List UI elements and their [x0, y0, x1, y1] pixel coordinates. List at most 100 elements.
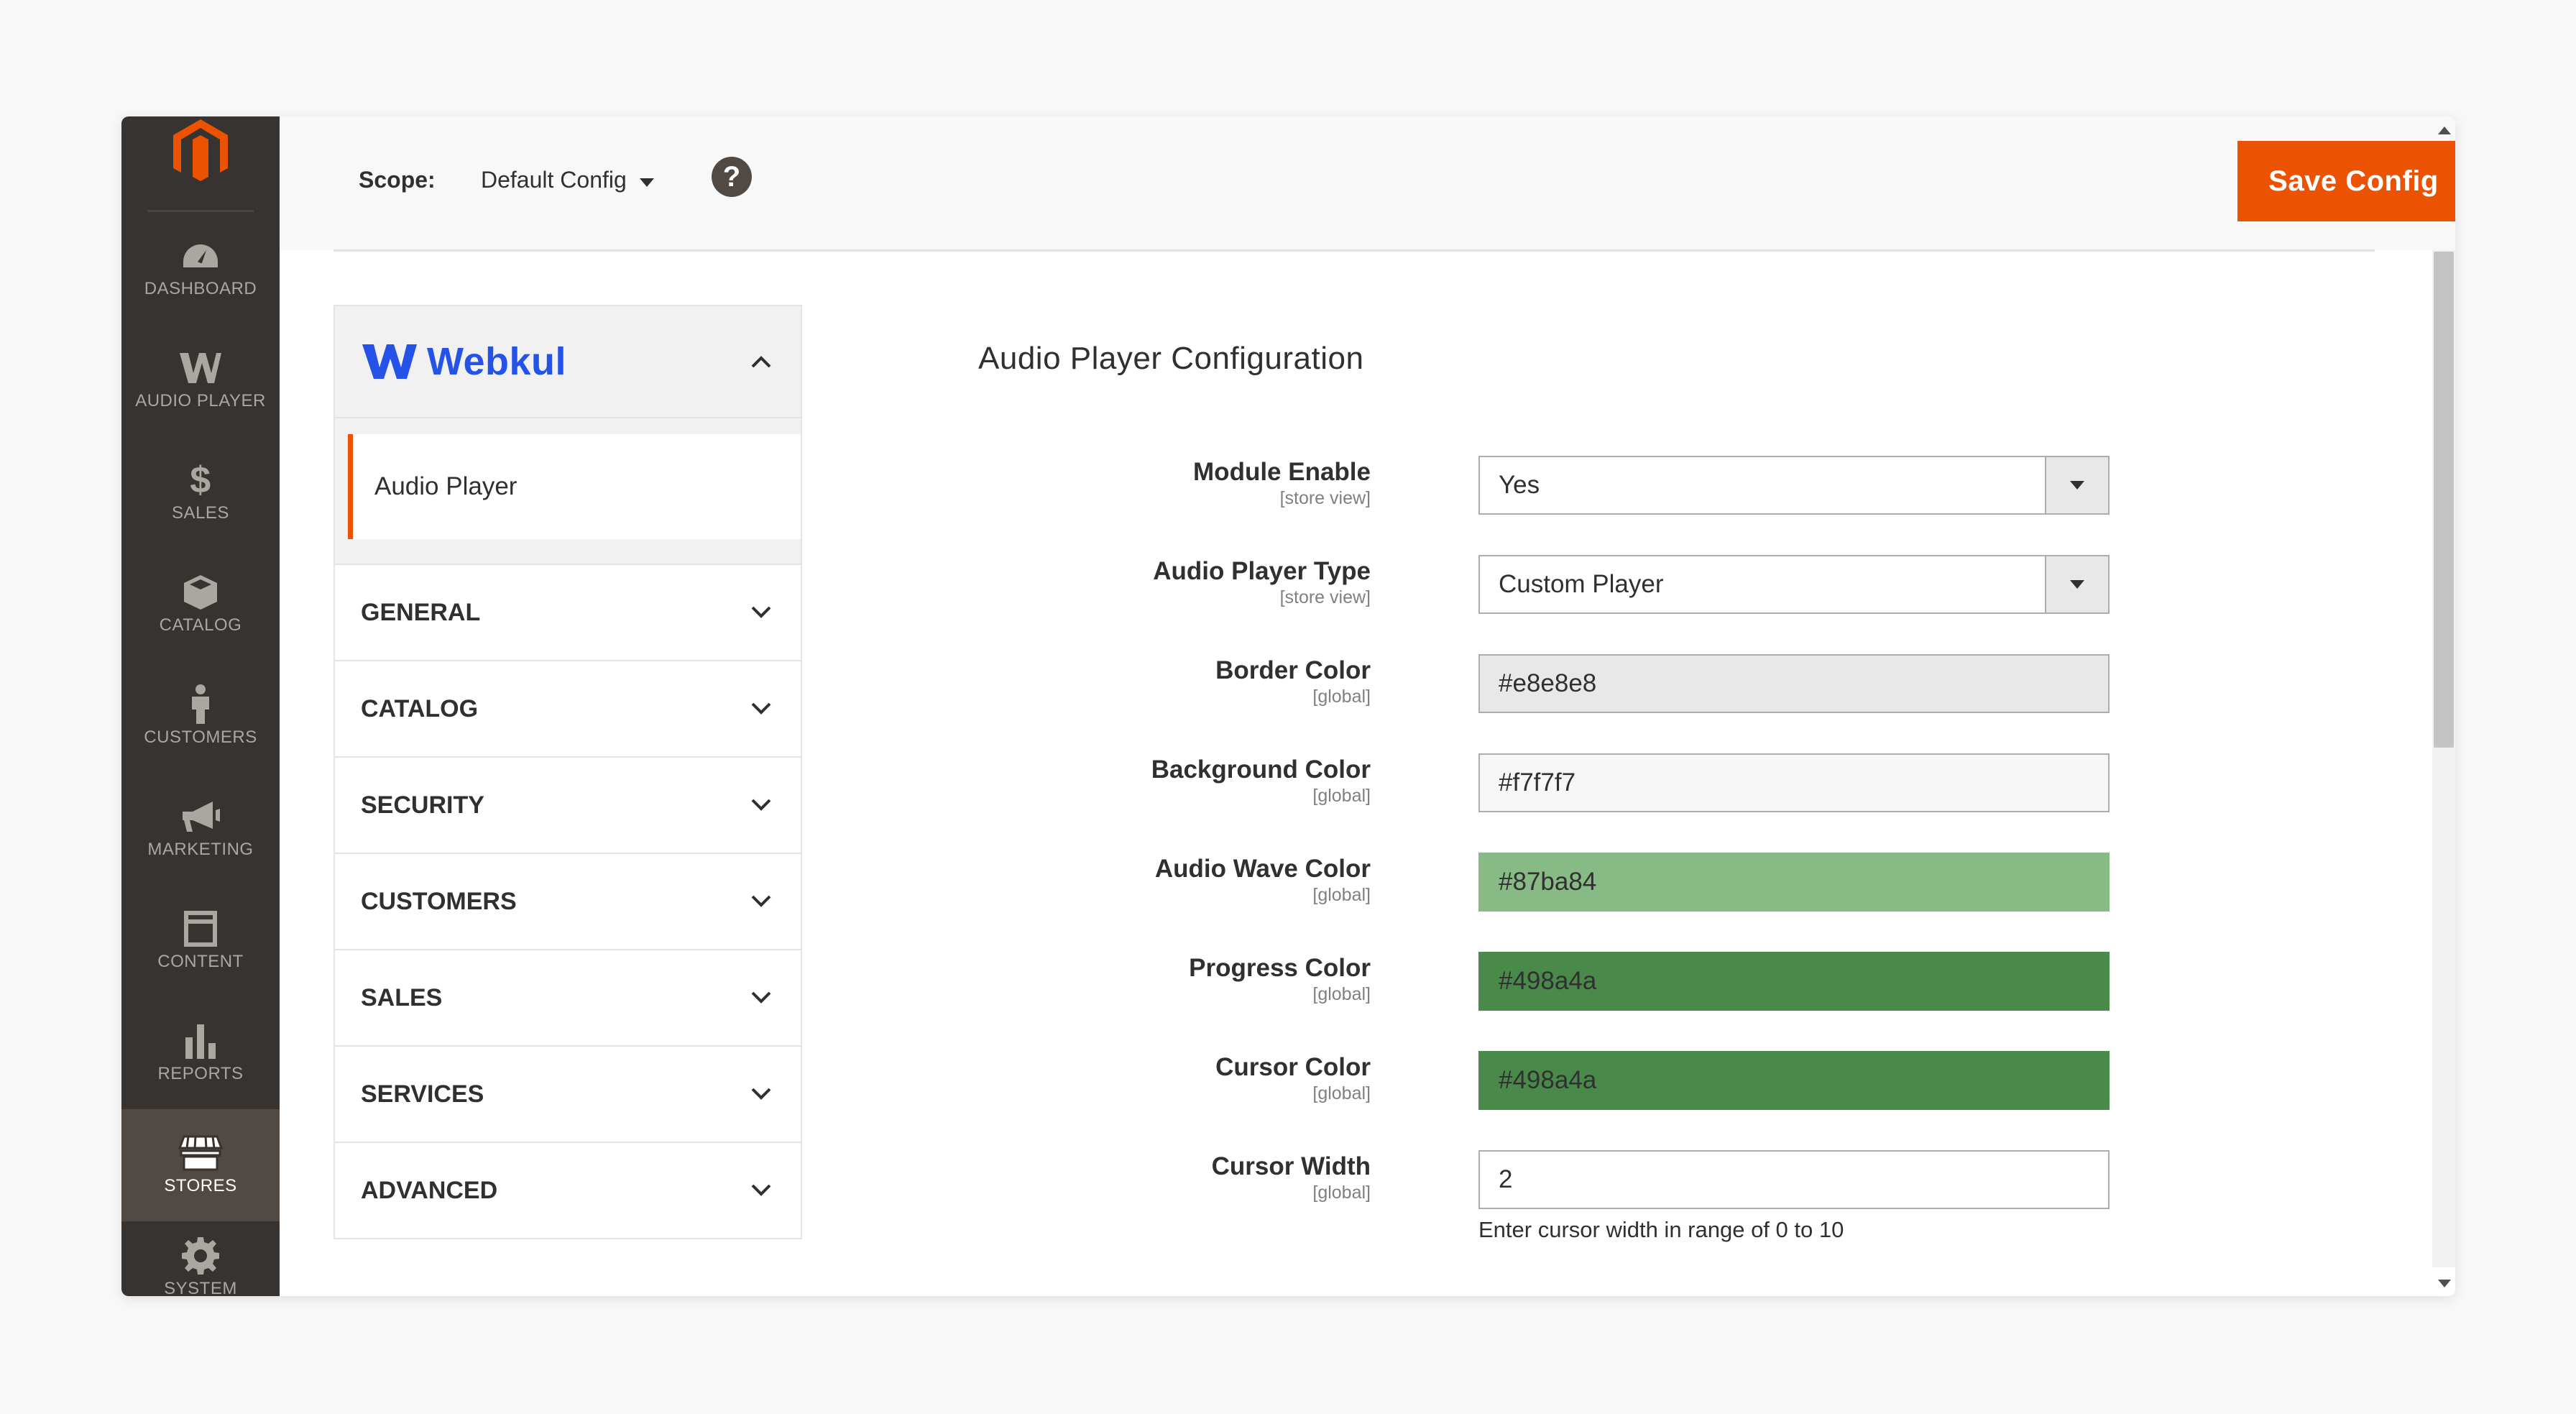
- chevron-down-icon: [751, 702, 771, 715]
- save-config-button[interactable]: Save Config: [2237, 141, 2455, 221]
- input-value: #f7f7f7: [1499, 768, 1576, 796]
- config-section-label: GENERAL: [361, 598, 481, 626]
- module-enable-select[interactable]: Yes: [1478, 456, 2110, 515]
- config-section-label: CUSTOMERS: [361, 887, 517, 915]
- nav-audio-player[interactable]: AUDIO PLAYER: [121, 324, 280, 436]
- config-section-label: CATALOG: [361, 694, 479, 722]
- dollar-icon: $: [190, 459, 211, 501]
- scrollbar-thumb[interactable]: [2434, 252, 2454, 748]
- config-section-general[interactable]: GENERAL: [334, 565, 802, 661]
- background-color-input[interactable]: #f7f7f7: [1478, 753, 2110, 812]
- select-arrow-icon[interactable]: [2045, 457, 2108, 513]
- nav-customers[interactable]: CUSTOMERS: [121, 661, 280, 773]
- nav-sales[interactable]: $ SALES: [121, 436, 280, 548]
- field-scope: [global]: [1312, 687, 1371, 707]
- page-actions-bar: Scope: Default Config ? Save Config: [280, 116, 2455, 250]
- config-section-services[interactable]: SERVICES: [334, 1047, 802, 1143]
- nav-dashboard[interactable]: DASHBOARD: [121, 212, 280, 324]
- megaphone-icon: [180, 798, 221, 835]
- field-label-text: Progress Color: [1189, 954, 1371, 982]
- header-divider: [334, 249, 2375, 252]
- field-label-text: Cursor Color: [1215, 1053, 1371, 1081]
- nav-system[interactable]: SYSTEM: [121, 1221, 280, 1296]
- admin-window: DASHBOARD AUDIO PLAYER $ SALES CATALOG C…: [121, 116, 2455, 1296]
- field-label-cursor-width: Cursor Width [global]: [954, 1152, 1371, 1203]
- store-icon: [178, 1134, 223, 1172]
- bar-chart-icon: [183, 1022, 218, 1060]
- config-section-customers[interactable]: CUSTOMERS: [334, 854, 802, 950]
- vendor-gap-bottom: [334, 539, 802, 565]
- nav-marketing[interactable]: MARKETING: [121, 773, 280, 885]
- config-item-audio-player[interactable]: Audio Player: [348, 434, 802, 539]
- scope-switcher[interactable]: Default Config: [481, 167, 654, 193]
- chevron-up-icon: [751, 356, 771, 368]
- border-color-input[interactable]: #e8e8e8: [1478, 654, 2110, 713]
- field-scope: [global]: [1312, 885, 1371, 905]
- section-title[interactable]: Audio Player Configuration: [978, 341, 1363, 377]
- field-label-text: Audio Player Type: [1153, 557, 1371, 585]
- cursor-color-input[interactable]: #498a4a: [1478, 1051, 2110, 1110]
- nav-reports-label: REPORTS: [157, 1064, 244, 1083]
- nav-customers-label: CUSTOMERS: [144, 727, 257, 747]
- config-section-catalog[interactable]: CATALOG: [334, 661, 802, 758]
- field-label-module-enable: Module Enable [store view]: [954, 457, 1371, 509]
- field-scope: [global]: [1312, 1183, 1371, 1203]
- select-arrow-icon[interactable]: [2045, 556, 2108, 612]
- person-icon: [188, 684, 213, 724]
- nav-system-label: SYSTEM: [164, 1279, 237, 1296]
- field-scope: [store view]: [1279, 488, 1371, 508]
- select-value: Custom Player: [1499, 570, 1664, 598]
- field-label-audio-player-type: Audio Player Type [store view]: [954, 556, 1371, 608]
- help-icon[interactable]: ?: [712, 157, 752, 197]
- cursor-width-input[interactable]: 2: [1478, 1150, 2110, 1209]
- config-section-security[interactable]: SECURITY: [334, 758, 802, 854]
- config-section-advanced[interactable]: ADVANCED: [334, 1143, 802, 1239]
- select-value: Yes: [1499, 471, 1540, 499]
- scroll-up-arrow-icon[interactable]: [2438, 127, 2451, 134]
- nav-audio-player-label: AUDIO PLAYER: [135, 391, 266, 410]
- layout-icon: [183, 910, 218, 947]
- scope-label: Scope:: [359, 167, 436, 193]
- caret-down-icon: [639, 178, 654, 187]
- field-label-text: Audio Wave Color: [1154, 855, 1371, 883]
- nav-catalog[interactable]: CATALOG: [121, 548, 280, 661]
- field-label-border-color: Border Color [global]: [954, 656, 1371, 707]
- box-icon: [183, 574, 218, 611]
- scroll-down-arrow-icon[interactable]: [2438, 1280, 2451, 1287]
- config-section-label: SERVICES: [361, 1080, 484, 1108]
- config-section-label: ADVANCED: [361, 1176, 498, 1204]
- field-label-cursor-color: Cursor Color [global]: [954, 1052, 1371, 1104]
- audio-wave-color-input[interactable]: #87ba84: [1478, 853, 2110, 912]
- vendor-tab-header[interactable]: Webkul: [334, 305, 802, 418]
- magento-logo[interactable]: [147, 116, 254, 212]
- nav-reports[interactable]: REPORTS: [121, 997, 280, 1109]
- input-value: 2: [1499, 1165, 1513, 1193]
- field-label-text: Module Enable: [1193, 458, 1371, 486]
- chevron-down-icon: [751, 1184, 771, 1196]
- gear-icon: [180, 1237, 221, 1275]
- page-content: Scope: Default Config ? Save Config Webk…: [280, 116, 2455, 1296]
- input-value: #498a4a: [1499, 967, 1597, 995]
- admin-sidebar: DASHBOARD AUDIO PLAYER $ SALES CATALOG C…: [121, 116, 280, 1296]
- field-scope: [global]: [1312, 984, 1371, 1004]
- vendor-name: Webkul: [427, 340, 567, 383]
- scope-switcher-value: Default Config: [481, 167, 627, 193]
- nav-marketing-label: MARKETING: [147, 840, 254, 859]
- input-value: #87ba84: [1499, 868, 1597, 896]
- chevron-down-icon: [751, 895, 771, 907]
- field-label-text: Border Color: [1215, 656, 1371, 684]
- config-section-sales[interactable]: SALES: [334, 950, 802, 1047]
- cursor-width-note: Enter cursor width in range of 0 to 10: [1478, 1217, 1844, 1242]
- nav-stores[interactable]: STORES: [121, 1109, 280, 1221]
- progress-color-input[interactable]: #498a4a: [1478, 952, 2110, 1011]
- chevron-down-icon: [751, 991, 771, 1004]
- nav-catalog-label: CATALOG: [159, 615, 242, 635]
- field-label-progress-color: Progress Color [global]: [954, 953, 1371, 1005]
- input-value: #e8e8e8: [1499, 669, 1597, 697]
- field-label-background-color: Background Color [global]: [954, 755, 1371, 807]
- nav-content[interactable]: CONTENT: [121, 885, 280, 997]
- dashboard-icon: [180, 237, 221, 275]
- audio-player-type-select[interactable]: Custom Player: [1478, 555, 2110, 614]
- chevron-down-icon: [751, 606, 771, 618]
- config-section-label: SALES: [361, 983, 443, 1011]
